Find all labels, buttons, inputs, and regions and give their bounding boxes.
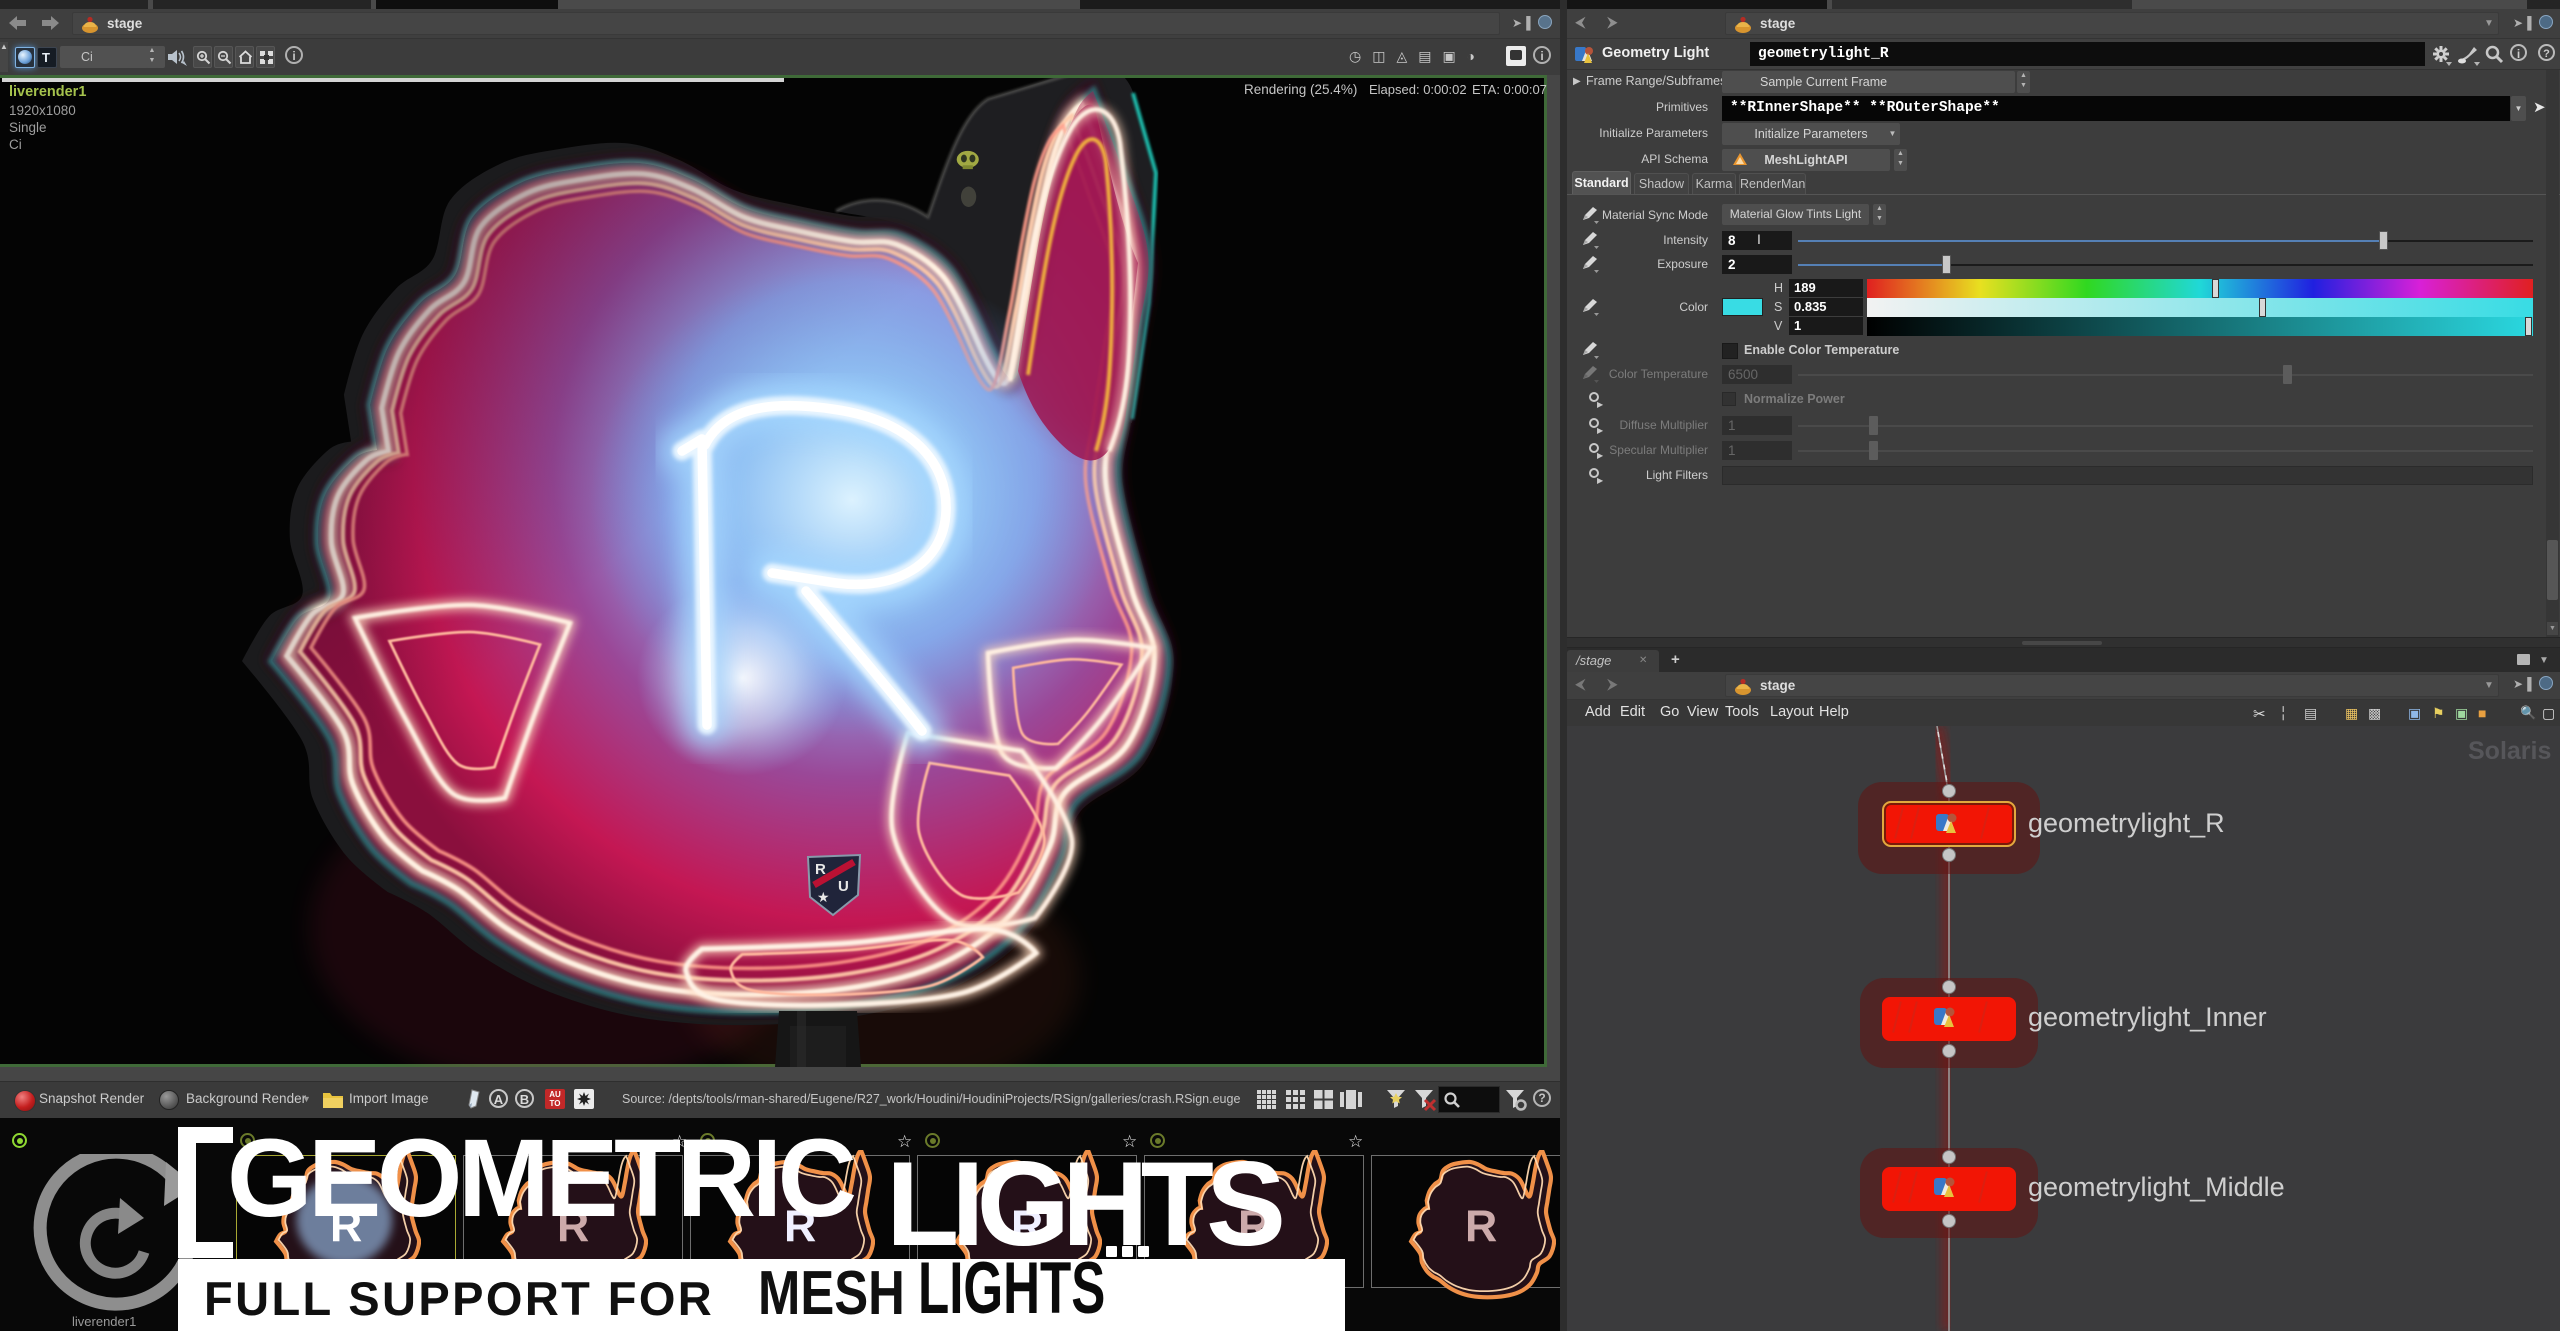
svg-text:★: ★ [817, 889, 830, 905]
svg-text:R: R [815, 861, 826, 878]
svg-text:U: U [838, 878, 849, 895]
